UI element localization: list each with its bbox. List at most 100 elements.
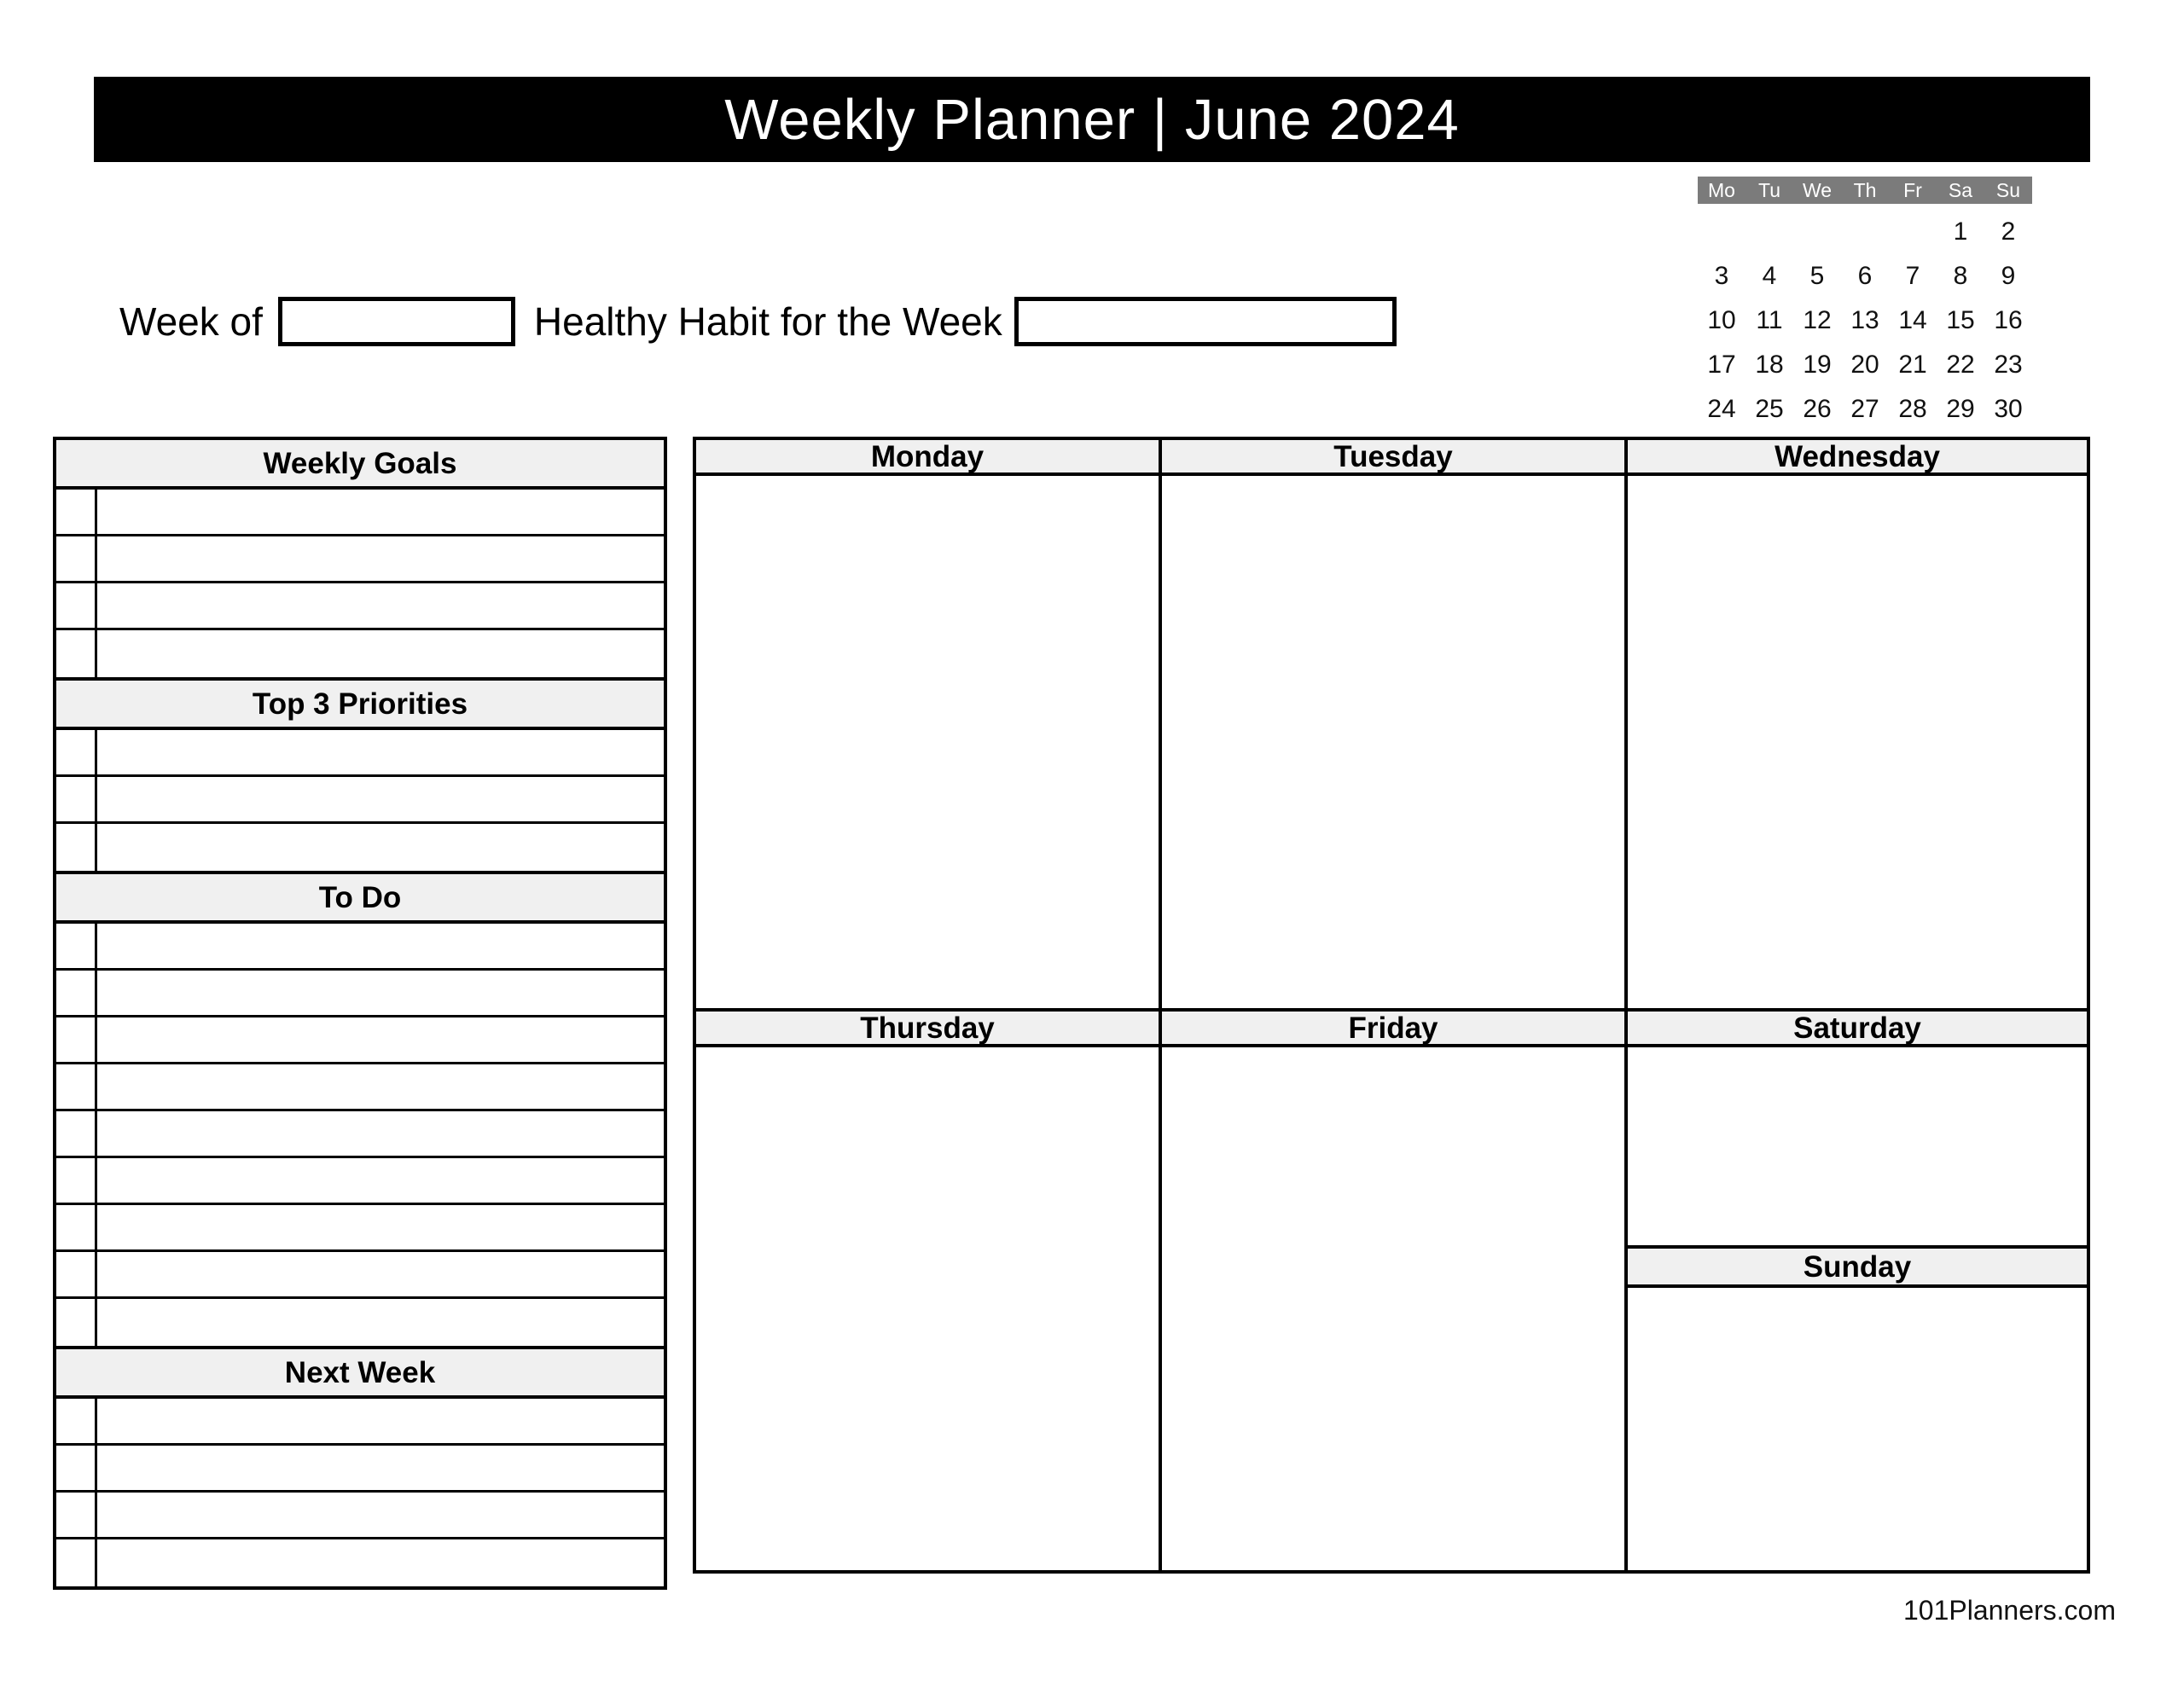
write-line[interactable] bbox=[97, 824, 664, 871]
calendar-day-15[interactable]: 15 bbox=[1937, 307, 1984, 334]
checkbox-cell[interactable] bbox=[56, 824, 97, 871]
checkbox-cell[interactable] bbox=[56, 490, 97, 534]
calendar-day-29[interactable]: 29 bbox=[1937, 396, 1984, 423]
checkbox-cell[interactable] bbox=[56, 1493, 97, 1537]
calendar-day-11[interactable]: 11 bbox=[1745, 307, 1793, 334]
checkbox-cell[interactable] bbox=[56, 536, 97, 581]
calendar-day-26[interactable]: 26 bbox=[1793, 396, 1841, 423]
write-line[interactable] bbox=[97, 1064, 664, 1109]
list-item[interactable] bbox=[56, 1064, 664, 1111]
write-line[interactable] bbox=[97, 536, 664, 581]
calendar-day-7[interactable]: 7 bbox=[1889, 263, 1937, 290]
checkbox-cell[interactable] bbox=[56, 1064, 97, 1109]
checkbox-cell[interactable] bbox=[56, 1399, 97, 1443]
calendar-day-10[interactable]: 10 bbox=[1698, 307, 1745, 334]
calendar-day-14[interactable]: 14 bbox=[1889, 307, 1937, 334]
write-line[interactable] bbox=[97, 1446, 664, 1490]
calendar-day-24[interactable]: 24 bbox=[1698, 396, 1745, 423]
checkbox-cell[interactable] bbox=[56, 1446, 97, 1490]
checkbox-cell[interactable] bbox=[56, 971, 97, 1015]
day-cell-friday[interactable] bbox=[1159, 1044, 1628, 1574]
week-of-input[interactable] bbox=[277, 297, 515, 346]
write-line[interactable] bbox=[97, 730, 664, 774]
write-line[interactable] bbox=[97, 1252, 664, 1296]
write-line[interactable] bbox=[97, 583, 664, 628]
checkbox-cell[interactable] bbox=[56, 1158, 97, 1203]
list-item[interactable] bbox=[56, 824, 664, 871]
write-line[interactable] bbox=[97, 777, 664, 821]
calendar-day-17[interactable]: 17 bbox=[1698, 351, 1745, 379]
list-item[interactable] bbox=[56, 777, 664, 824]
list-item[interactable] bbox=[56, 1252, 664, 1299]
calendar-day-13[interactable]: 13 bbox=[1841, 307, 1889, 334]
list-item[interactable] bbox=[56, 490, 664, 536]
calendar-day-12[interactable]: 12 bbox=[1793, 307, 1841, 334]
checkbox-cell[interactable] bbox=[56, 1111, 97, 1156]
calendar-day-30[interactable]: 30 bbox=[1984, 396, 2032, 423]
checkbox-cell[interactable] bbox=[56, 1299, 97, 1346]
write-line[interactable] bbox=[97, 1539, 664, 1586]
checkbox-cell[interactable] bbox=[56, 730, 97, 774]
list-item[interactable] bbox=[56, 1399, 664, 1446]
calendar-day-3[interactable]: 3 bbox=[1698, 263, 1745, 290]
calendar-day-16[interactable]: 16 bbox=[1984, 307, 2032, 334]
write-line[interactable] bbox=[97, 1399, 664, 1443]
calendar-day-27[interactable]: 27 bbox=[1841, 396, 1889, 423]
calendar-day-1[interactable]: 1 bbox=[1937, 218, 1984, 246]
checkbox-cell[interactable] bbox=[56, 924, 97, 968]
calendar-day-6[interactable]: 6 bbox=[1841, 263, 1889, 290]
write-line[interactable] bbox=[97, 490, 664, 534]
calendar-day-19[interactable]: 19 bbox=[1793, 351, 1841, 379]
list-item[interactable] bbox=[56, 630, 664, 677]
write-line[interactable] bbox=[97, 1205, 664, 1249]
day-cell-thursday[interactable] bbox=[693, 1044, 1162, 1574]
list-item[interactable] bbox=[56, 583, 664, 630]
calendar-day-28[interactable]: 28 bbox=[1889, 396, 1937, 423]
calendar-day-23[interactable]: 23 bbox=[1984, 351, 2032, 379]
healthy-habit-input[interactable] bbox=[1014, 297, 1397, 346]
checkbox-cell[interactable] bbox=[56, 1205, 97, 1249]
list-item[interactable] bbox=[56, 1493, 664, 1539]
day-cell-sunday[interactable] bbox=[1624, 1284, 2090, 1574]
calendar-day-21[interactable]: 21 bbox=[1889, 351, 1937, 379]
checkbox-cell[interactable] bbox=[56, 630, 97, 677]
write-line[interactable] bbox=[97, 1111, 664, 1156]
day-cell-monday[interactable] bbox=[693, 472, 1162, 1012]
checkbox-cell[interactable] bbox=[56, 583, 97, 628]
list-item[interactable] bbox=[56, 1017, 664, 1064]
calendar-day-5[interactable]: 5 bbox=[1793, 263, 1841, 290]
list-item[interactable] bbox=[56, 971, 664, 1017]
day-cell-saturday[interactable] bbox=[1624, 1044, 2090, 1249]
list-item[interactable] bbox=[56, 1205, 664, 1252]
list-item[interactable] bbox=[56, 1111, 664, 1158]
calendar-day-8[interactable]: 8 bbox=[1937, 263, 1984, 290]
calendar-day-18[interactable]: 18 bbox=[1745, 351, 1793, 379]
calendar-day-20[interactable]: 20 bbox=[1841, 351, 1889, 379]
checkbox-cell[interactable] bbox=[56, 1017, 97, 1062]
list-item[interactable] bbox=[56, 536, 664, 583]
list-item[interactable] bbox=[56, 1446, 664, 1493]
calendar-day-9[interactable]: 9 bbox=[1984, 263, 2032, 290]
write-line[interactable] bbox=[97, 630, 664, 677]
calendar-day-25[interactable]: 25 bbox=[1745, 396, 1793, 423]
write-line[interactable] bbox=[97, 971, 664, 1015]
list-item[interactable] bbox=[56, 1158, 664, 1205]
calendar-day-4[interactable]: 4 bbox=[1745, 263, 1793, 290]
checkbox-cell[interactable] bbox=[56, 1252, 97, 1296]
write-line[interactable] bbox=[97, 1158, 664, 1203]
list-item[interactable] bbox=[56, 924, 664, 971]
list-item[interactable] bbox=[56, 1299, 664, 1346]
calendar-day-2[interactable]: 2 bbox=[1984, 218, 2032, 246]
day-header-sunday-label: Sunday bbox=[1803, 1249, 1912, 1284]
calendar-day-22[interactable]: 22 bbox=[1937, 351, 1984, 379]
write-line[interactable] bbox=[97, 1493, 664, 1537]
checkbox-cell[interactable] bbox=[56, 1539, 97, 1586]
write-line[interactable] bbox=[97, 1017, 664, 1062]
day-cell-wednesday[interactable] bbox=[1624, 472, 2090, 1012]
list-item[interactable] bbox=[56, 730, 664, 777]
write-line[interactable] bbox=[97, 924, 664, 968]
day-cell-tuesday[interactable] bbox=[1159, 472, 1628, 1012]
checkbox-cell[interactable] bbox=[56, 777, 97, 821]
write-line[interactable] bbox=[97, 1299, 664, 1346]
list-item[interactable] bbox=[56, 1539, 664, 1586]
